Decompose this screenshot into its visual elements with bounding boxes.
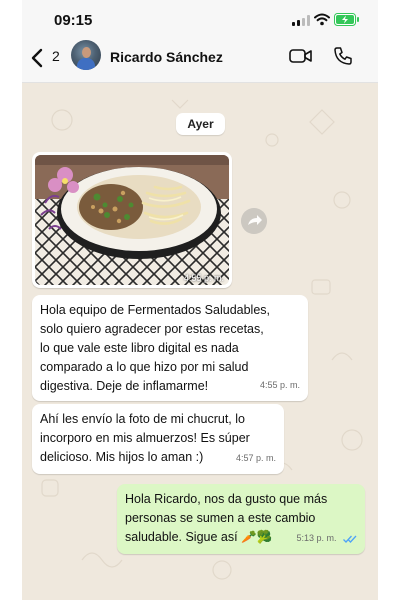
read-receipt-icon: [343, 535, 357, 543]
video-call-icon[interactable]: [289, 47, 313, 65]
battery-charging-icon: [334, 13, 359, 26]
phone-icon[interactable]: [333, 46, 353, 66]
forward-share-icon[interactable]: [241, 208, 267, 234]
image-message[interactable]: 4:55 p. m.: [32, 152, 232, 288]
message-time: 4:55 p. m.: [259, 380, 300, 390]
incoming-message[interactable]: Hola equipo de Fermentados Saludables, s…: [32, 295, 308, 401]
message-meta: 5:13 p. m.: [296, 529, 357, 548]
contact-name[interactable]: Ricardo Sánchez: [110, 49, 223, 65]
message-time: 4:57 p. m.: [235, 453, 276, 463]
chat-screen: 09:15 2 Ricardo Sánchez Ayer 4:55 p. m. …: [22, 0, 378, 600]
unread-count[interactable]: 2: [52, 48, 60, 64]
contact-avatar[interactable]: [71, 40, 101, 70]
outgoing-message[interactable]: Hola Ricardo, nos da gusto que más perso…: [117, 484, 365, 554]
chucrut-photo[interactable]: [35, 155, 229, 285]
status-time: 09:15: [54, 12, 93, 29]
date-separator: Ayer: [176, 113, 225, 135]
wifi-icon: [314, 13, 330, 26]
incoming-message[interactable]: Ahí les envío la foto de mi chucrut, lo …: [32, 404, 284, 474]
message-time: 5:13 p. m.: [296, 533, 337, 543]
signal-icon: [292, 15, 310, 26]
chevron-left-icon[interactable]: [30, 48, 44, 68]
chat-header: 09:15 2 Ricardo Sánchez: [22, 0, 378, 83]
message-time: 4:55 p. m.: [183, 273, 224, 283]
